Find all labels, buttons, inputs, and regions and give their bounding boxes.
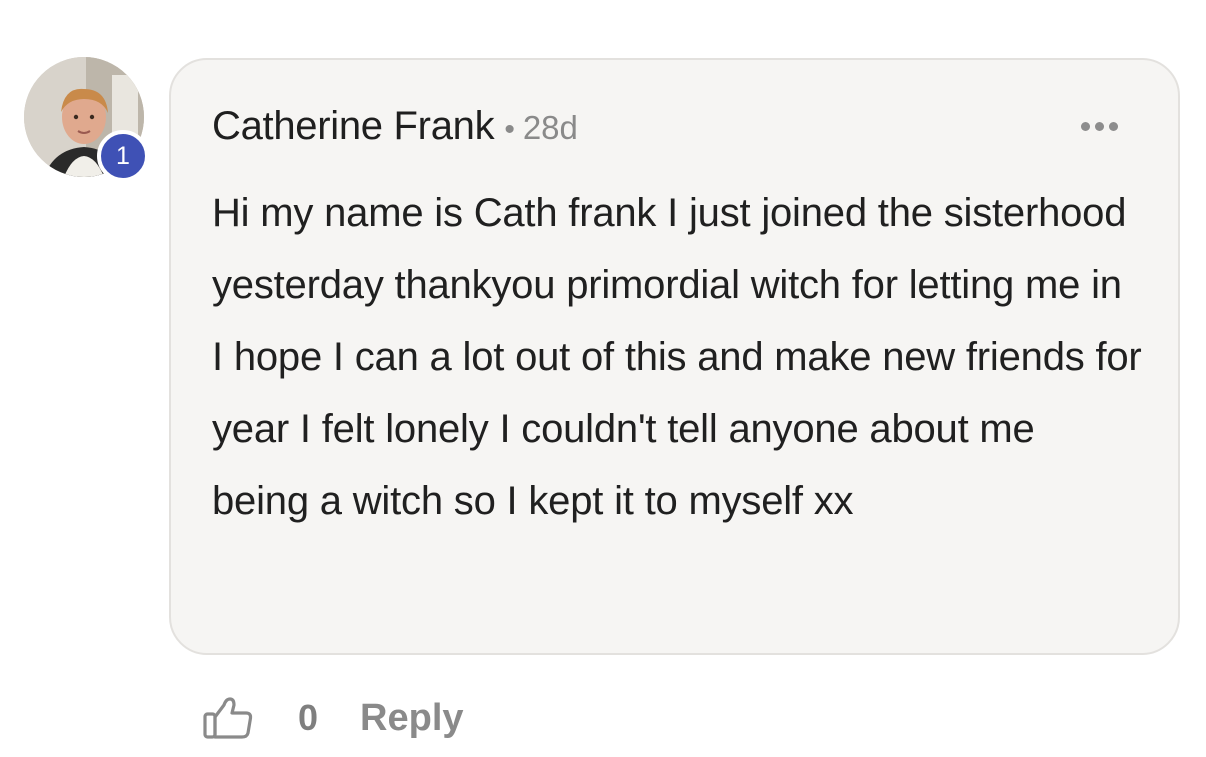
user-level-badge: 1 <box>97 130 149 182</box>
reply-button[interactable]: Reply <box>360 697 463 740</box>
comment-body: Hi my name is Cath frank I just joined t… <box>212 191 1142 523</box>
more-dot <box>1095 122 1104 131</box>
author-name[interactable]: Catherine Frank <box>212 104 495 149</box>
comment-timestamp: 28d <box>522 109 578 146</box>
thumbs-up-icon <box>203 697 253 739</box>
comment-item: 1 Catherine Frank • 28d Hi my name is Ca… <box>0 0 1206 757</box>
comment-actions: 0 Reply <box>200 690 464 746</box>
more-options-icon[interactable] <box>1081 122 1118 131</box>
header-separator: • <box>504 113 515 146</box>
more-dot <box>1081 122 1090 131</box>
comment-header: Catherine Frank • 28d <box>212 104 578 149</box>
like-button[interactable] <box>200 690 256 746</box>
like-count: 0 <box>298 697 319 738</box>
more-dot <box>1109 122 1118 131</box>
comment-bubble: Catherine Frank • 28d Hi my name is Cath… <box>169 58 1180 655</box>
